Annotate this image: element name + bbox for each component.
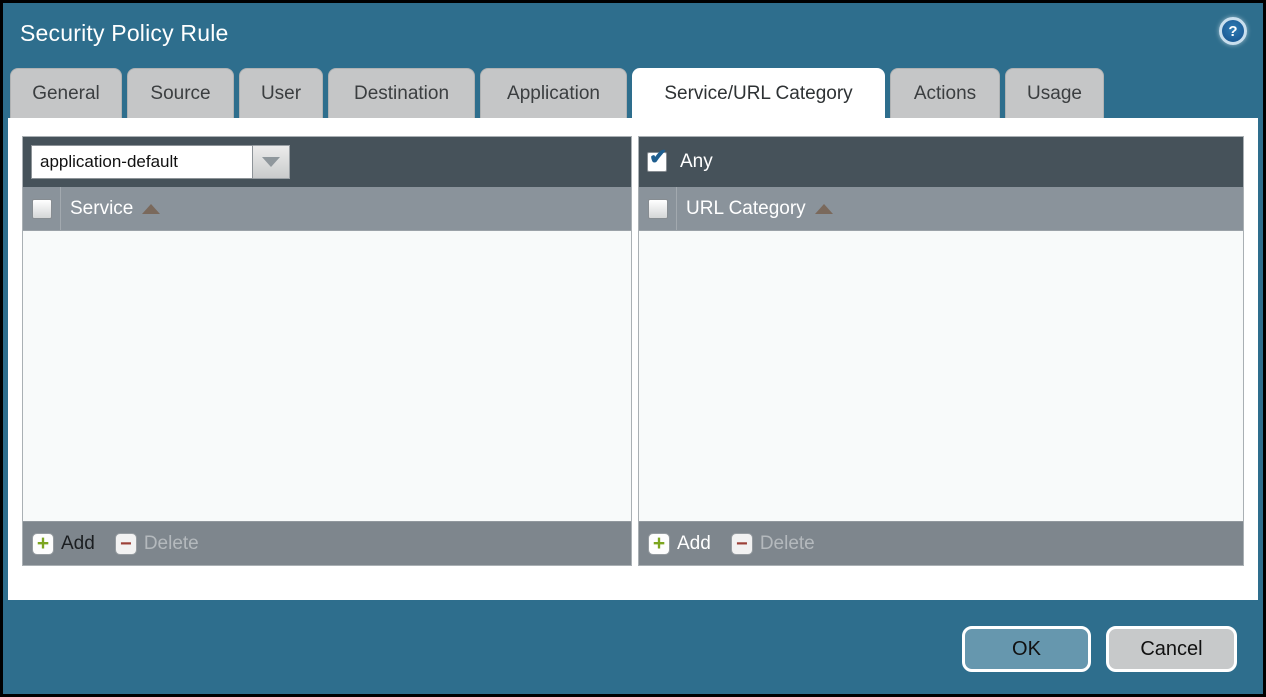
service-add-button[interactable]: + Add [32,533,95,555]
dialog-title: Security Policy Rule [20,20,229,47]
ok-button[interactable]: OK [962,626,1091,672]
cancel-button[interactable]: Cancel [1106,626,1237,672]
url-category-column-header[interactable]: URL Category [686,198,806,220]
minus-icon: − [731,533,753,555]
dialog-action-buttons: OK Cancel [962,626,1237,672]
service-delete-button[interactable]: − Delete [115,533,199,555]
tab-content-area: Service + Add − Delete ✔ Any [8,118,1258,600]
url-category-panel-topbar: ✔ Any [639,137,1243,187]
tab-application[interactable]: Application [480,68,627,118]
url-category-panel: ✔ Any URL Category + Add − Delete [638,136,1244,566]
url-category-panel-footer: + Add − Delete [639,521,1243,565]
url-category-select-all-checkbox[interactable] [648,199,668,219]
service-select-all-checkbox[interactable] [32,199,52,219]
chevron-down-icon [262,157,280,167]
url-category-delete-button[interactable]: − Delete [731,533,815,555]
url-category-list[interactable] [639,231,1243,521]
url-category-column-header-row: URL Category [639,187,1243,231]
sort-ascending-icon [142,204,160,214]
service-panel-footer: + Add − Delete [23,521,631,565]
minus-icon: − [115,533,137,555]
delete-button-label: Delete [760,533,815,555]
tab-general[interactable]: General [10,68,122,118]
any-checkbox[interactable]: ✔ [647,152,667,172]
plus-icon: + [648,533,670,555]
add-button-label: Add [677,533,711,555]
tab-user[interactable]: User [239,68,323,118]
checkmark-icon: ✔ [649,146,667,168]
sort-ascending-icon [815,204,833,214]
help-icon[interactable]: ? [1219,17,1247,45]
add-button-label: Add [61,533,95,555]
url-category-select-all-cell [639,187,677,230]
tab-usage[interactable]: Usage [1005,68,1104,118]
delete-button-label: Delete [144,533,199,555]
tab-bar: General Source User Destination Applicat… [10,68,1104,118]
service-panel: Service + Add − Delete [22,136,632,566]
service-column-header-row: Service [23,187,631,231]
service-type-input[interactable] [31,145,253,179]
service-type-dropdown-button[interactable] [253,145,290,179]
any-checkbox-label: Any [680,151,713,173]
url-category-add-button[interactable]: + Add [648,533,711,555]
plus-icon: + [32,533,54,555]
service-select-all-cell [23,187,61,230]
service-column-header[interactable]: Service [70,198,133,220]
tab-destination[interactable]: Destination [328,68,475,118]
security-policy-rule-dialog: Security Policy Rule ? General Source Us… [0,0,1266,697]
service-panel-topbar [23,137,631,187]
tab-actions[interactable]: Actions [890,68,1000,118]
tab-service-url-category[interactable]: Service/URL Category [632,68,885,118]
tab-source[interactable]: Source [127,68,234,118]
service-list[interactable] [23,231,631,521]
